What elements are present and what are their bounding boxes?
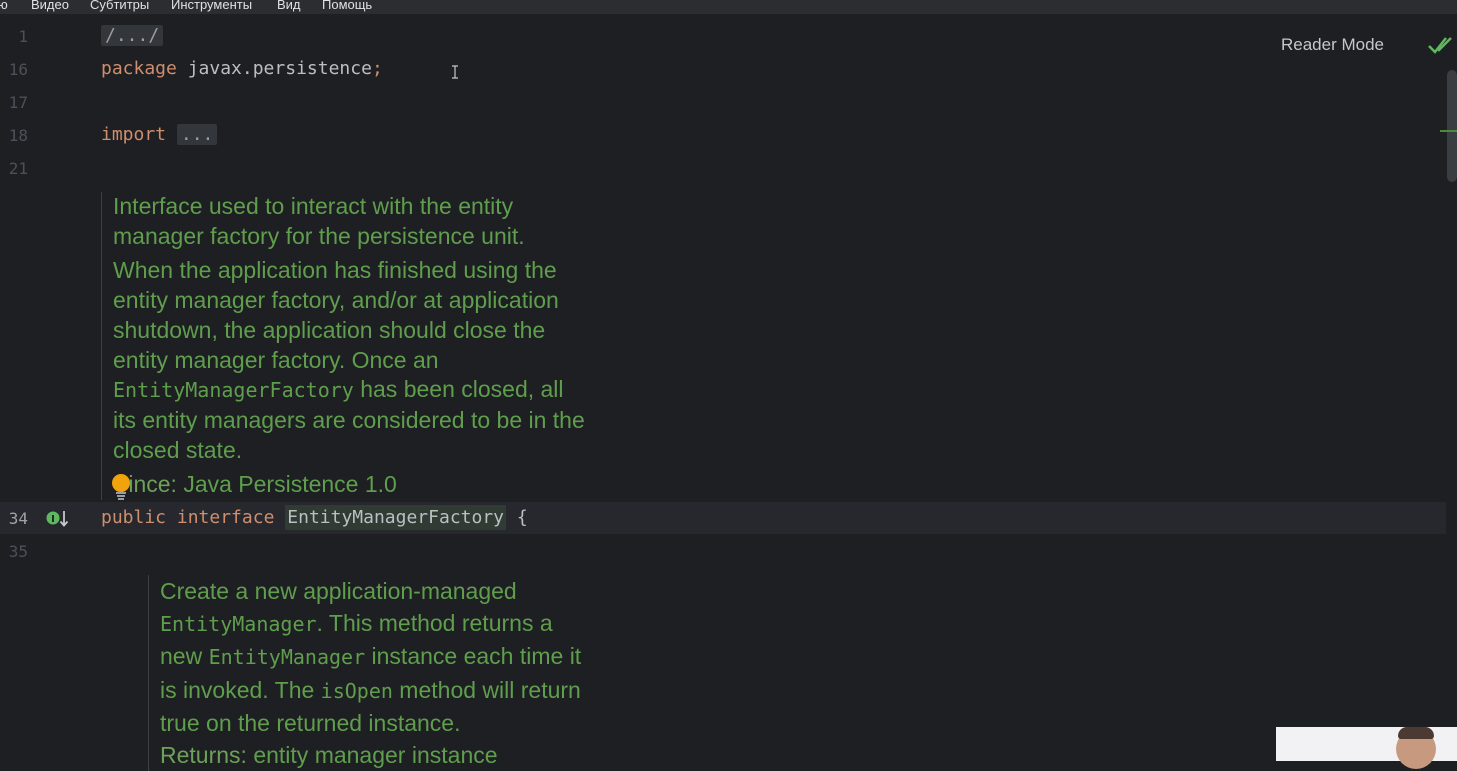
text-cursor-icon [452,65,458,79]
code-line-1[interactable]: /.../ [101,24,164,48]
package-name: javax.persistence [176,58,372,79]
collapsed-header-fold[interactable]: /.../ [101,25,164,46]
keyword: import [101,124,167,145]
doc-code[interactable]: EntityManagerFactory [113,378,354,402]
webcam-overlay [1276,727,1457,769]
scrollbar-marker [1440,130,1457,132]
javadoc-method: Create a new application-managed EntityM… [148,575,680,771]
semicolon: ; [371,58,383,79]
menu-item-subtitles[interactable]: Субтитры [90,0,149,12]
keyword: package [101,58,177,79]
vertical-scrollbar-thumb[interactable] [1447,70,1457,182]
lightbulb-icon[interactable] [109,473,133,501]
menu-item-0[interactable]: ю [0,0,8,12]
class-name[interactable]: EntityManagerFactory [285,505,507,530]
keyword: interface [176,507,275,528]
line-number: 21 [8,159,28,178]
line-number: 17 [8,93,28,112]
doc-text: Interface used to interact with the enti… [113,193,514,219]
since-value: Java Persistence 1.0 [176,471,397,498]
doc-text: manager factory for the persistence unit… [113,222,525,249]
doc-text: shutdown, the application should close t… [113,316,546,343]
line-number: 1 [18,27,28,46]
doc-text: entity manager factory. Once an [113,346,439,373]
keyword: public [101,507,167,528]
doc-text: true on the returned instance. [160,709,461,736]
line-number: 34 [8,509,28,528]
open-brace: { [506,507,528,528]
doc-text: instance each time it [365,643,582,670]
doc-text: has been closed, all [353,376,564,403]
code-line-16[interactable]: package javax.persistence; [101,57,383,81]
code-line-18[interactable]: import ... [101,123,218,147]
menu-item-help[interactable]: Помощь [322,0,372,12]
menu-item-video[interactable]: Видео [31,0,69,12]
doc-code[interactable]: EntityManager [209,645,366,669]
line-number: 16 [8,60,28,79]
doc-text: new [160,643,209,670]
javadoc-interface: Interface used to interact with the enti… [101,192,673,501]
doc-text: . This method returns a [316,610,553,637]
check-icon[interactable] [1427,34,1453,56]
presenter-hair [1398,727,1434,739]
code-line-34[interactable]: public interface EntityManagerFactory { [101,505,528,530]
doc-text: its entity managers are considered to be… [113,406,585,433]
doc-text: Create a new application-managed [160,578,517,604]
code-editor[interactable]: 1 16 17 18 21 34 35 /.../ package javax.… [0,18,1457,771]
implemented-interface-icon[interactable]: I [44,509,72,529]
menu-bar: ю Видео Субтитры Инструменты Вид Помощь [0,0,1457,14]
line-number: 18 [8,126,28,145]
line-number: 35 [8,542,28,561]
reader-mode-button[interactable]: Reader Mode [1281,35,1384,55]
menu-item-tools[interactable]: Инструменты [171,0,252,12]
returns-value: entity manager instance [246,742,498,769]
doc-code[interactable]: isOpen [321,679,393,703]
doc-text: method will return [392,676,581,703]
doc-text: closed state. [113,436,243,463]
imports-fold[interactable]: ... [176,124,218,145]
returns-label: Returns: [160,742,247,769]
menu-item-view[interactable]: Вид [277,0,301,12]
svg-text:I: I [51,514,55,525]
doc-text: is invoked. The [160,676,321,703]
doc-text: entity manager factory, and/or at applic… [113,287,559,314]
doc-code[interactable]: EntityManager [160,612,317,636]
doc-text: When the application has finished using … [113,257,557,284]
